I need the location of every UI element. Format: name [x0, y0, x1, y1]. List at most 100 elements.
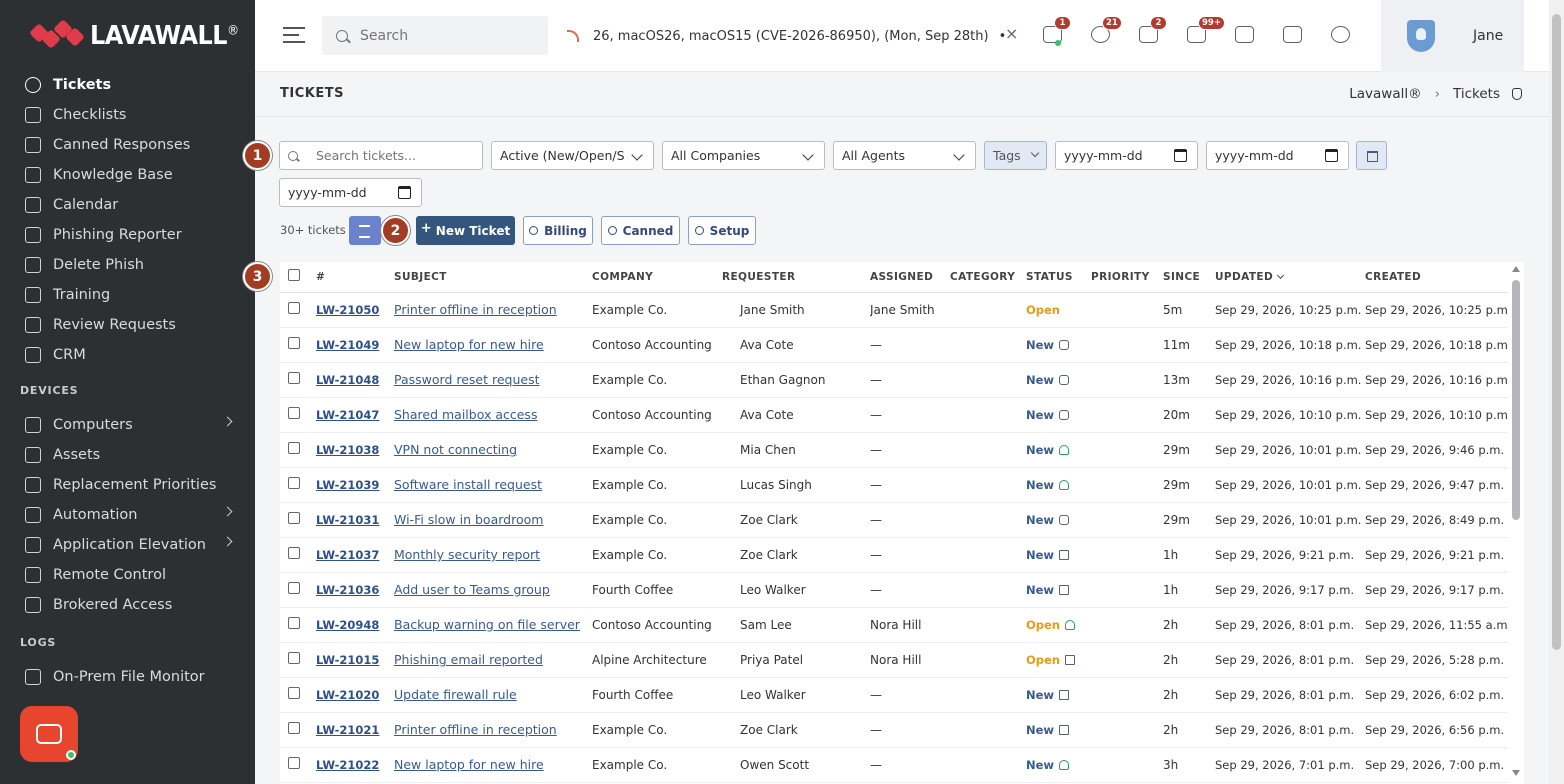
- table-row[interactable]: LW-21020 Update firewall rule Fourth Coffe…: [280, 677, 1508, 713]
- row-checkbox[interactable]: [288, 512, 300, 524]
- news-ticker[interactable]: 26, macOS26, macOS15 (CVE-2026-86950), (…: [567, 26, 1007, 46]
- chat-launcher-button[interactable]: [20, 706, 78, 762]
- sidebar-item-computers[interactable]: Computers: [0, 410, 255, 440]
- hamburger-menu-icon[interactable]: [283, 27, 305, 43]
- row-checkbox[interactable]: [288, 547, 300, 559]
- row-checkbox[interactable]: [288, 757, 300, 769]
- ticket-subject-link[interactable]: Wi-Fi slow in boardroom: [394, 512, 543, 527]
- ticket-id-link[interactable]: LW-20948: [316, 618, 379, 632]
- ticket-subject-link[interactable]: Monthly security report: [394, 547, 540, 562]
- date-range-button[interactable]: [1356, 141, 1387, 170]
- table-scroll-thumb[interactable]: [1512, 280, 1520, 520]
- table-row[interactable]: LW-21039 Software install request Example …: [280, 467, 1508, 503]
- lavawall-logo[interactable]: LAVAWALL®: [29, 16, 252, 56]
- ticket-subject-link[interactable]: New laptop for new hire: [394, 337, 544, 352]
- column-priority[interactable]: PRIORITY: [1091, 262, 1163, 293]
- sidebar-item-replacement-priorities[interactable]: Replacement Priorities: [0, 470, 255, 500]
- ticket-id-link[interactable]: LW-21021: [316, 723, 379, 737]
- row-checkbox[interactable]: [288, 302, 300, 314]
- ticket-id-link[interactable]: LW-21015: [316, 653, 379, 667]
- ticket-id-link[interactable]: LW-21047: [316, 408, 379, 422]
- timer-button[interactable]: 21: [1088, 16, 1122, 48]
- sidebar-item-automation[interactable]: Automation: [0, 500, 255, 530]
- table-row[interactable]: LW-21015 Phishing email reported Alpine Ar…: [280, 642, 1508, 678]
- user-menu[interactable]: Jane: [1381, 0, 1524, 72]
- company-filter-select[interactable]: All Companies: [662, 141, 825, 170]
- ticket-id-link[interactable]: LW-21038: [316, 443, 379, 457]
- text-size-button[interactable]: [1232, 22, 1258, 48]
- breadcrumb-home[interactable]: Lavawall®: [1349, 86, 1421, 102]
- page-scrollbar[interactable]: [1549, 0, 1564, 784]
- sidebar-item-assets[interactable]: Assets: [0, 440, 255, 470]
- canned-button[interactable]: Canned: [601, 216, 680, 245]
- date-from-input[interactable]: yyyy-mm-dd: [1055, 141, 1198, 170]
- table-row[interactable]: LW-21050 Printer offline in reception Exam…: [280, 292, 1508, 328]
- global-search-input[interactable]: [360, 27, 530, 44]
- calendar-icon[interactable]: [1325, 149, 1338, 162]
- table-row[interactable]: LW-21049 New laptop for new hire Contoso A…: [280, 327, 1508, 363]
- sidebar-item-tickets[interactable]: Tickets: [0, 70, 255, 100]
- column-category[interactable]: CATEGORY: [950, 262, 1026, 293]
- row-checkbox[interactable]: [288, 652, 300, 664]
- table-row[interactable]: LW-21038 VPN not connecting Example Co. Mia…: [280, 432, 1508, 468]
- list-view-button[interactable]: [349, 216, 381, 245]
- sidebar-item-review-requests[interactable]: Review Requests: [0, 310, 255, 340]
- messages-button[interactable]: 1: [1040, 16, 1071, 48]
- page-scroll-thumb[interactable]: [1552, 14, 1561, 650]
- ticket-id-link[interactable]: LW-21022: [316, 758, 379, 772]
- column-company[interactable]: COMPANY: [592, 262, 722, 293]
- billing-button[interactable]: Billing: [523, 216, 593, 245]
- scroll-up-icon[interactable]: [1512, 266, 1520, 272]
- column-assigned[interactable]: ASSIGNED: [870, 262, 950, 293]
- sidebar-item-crm[interactable]: CRM: [0, 340, 255, 370]
- ticker-close-icon[interactable]: ×: [1005, 24, 1018, 43]
- calendar-icon[interactable]: [1174, 149, 1187, 162]
- row-checkbox[interactable]: [288, 407, 300, 419]
- table-row[interactable]: LW-21031 Wi-Fi slow in boardroom Example C…: [280, 502, 1508, 538]
- ticket-id-link[interactable]: LW-21039: [316, 478, 379, 492]
- table-scrollbar[interactable]: [1511, 266, 1521, 784]
- column-requester[interactable]: REQUESTER: [722, 262, 870, 293]
- row-checkbox[interactable]: [288, 687, 300, 699]
- column-updated[interactable]: UPDATED: [1215, 262, 1365, 293]
- ticket-subject-link[interactable]: Printer offline in reception: [394, 302, 557, 317]
- ticket-id-link[interactable]: LW-21020: [316, 688, 379, 702]
- ticket-id-link[interactable]: LW-21031: [316, 513, 379, 527]
- date-extra-input[interactable]: yyyy-mm-dd: [279, 178, 422, 207]
- ticket-subject-link[interactable]: Shared mailbox access: [394, 407, 537, 422]
- column-created[interactable]: CREATED: [1365, 262, 1508, 293]
- sidebar-item-on-prem-file-monitor[interactable]: On-Prem File Monitor: [0, 662, 255, 692]
- column-number[interactable]: #: [316, 262, 394, 293]
- ticket-search[interactable]: [279, 141, 483, 170]
- ticket-subject-link[interactable]: Printer offline in reception: [394, 722, 557, 737]
- qr-code-button[interactable]: 2: [1136, 16, 1167, 48]
- ticket-id-link[interactable]: LW-21048: [316, 373, 379, 387]
- dark-mode-button[interactable]: [1328, 22, 1354, 48]
- row-checkbox[interactable]: [288, 442, 300, 454]
- global-search[interactable]: [322, 16, 548, 55]
- ticket-search-input[interactable]: [316, 148, 446, 163]
- sidebar-item-application-elevation[interactable]: Application Elevation: [0, 530, 255, 560]
- ticket-subject-link[interactable]: Add user to Teams group: [394, 582, 550, 597]
- table-row[interactable]: LW-20948 Backup warning on file server Con…: [280, 607, 1508, 643]
- row-checkbox[interactable]: [288, 582, 300, 594]
- ticket-subject-link[interactable]: Password reset request: [394, 372, 540, 387]
- sidebar-item-checklists[interactable]: Checklists: [0, 100, 255, 130]
- column-since[interactable]: SINCE: [1163, 262, 1215, 293]
- row-checkbox[interactable]: [288, 722, 300, 734]
- sidebar-item-knowledge-base[interactable]: Knowledge Base: [0, 160, 255, 190]
- sidebar-item-calendar[interactable]: Calendar: [0, 190, 255, 220]
- tags-filter-select[interactable]: Tags: [984, 141, 1047, 170]
- sidebar-item-canned-responses[interactable]: Canned Responses: [0, 130, 255, 160]
- ticket-subject-link[interactable]: New laptop for new hire: [394, 757, 544, 772]
- sidebar-item-brokered-access[interactable]: Brokered Access: [0, 590, 255, 620]
- calendar-icon[interactable]: [398, 186, 411, 199]
- agent-filter-select[interactable]: All Agents: [833, 141, 976, 170]
- table-row[interactable]: LW-21036 Add user to Teams group Fourth Co…: [280, 572, 1508, 608]
- ticket-subject-link[interactable]: VPN not connecting: [394, 442, 517, 457]
- ticket-subject-link[interactable]: Backup warning on file server: [394, 617, 580, 632]
- ticket-id-link[interactable]: LW-21036: [316, 583, 379, 597]
- row-checkbox[interactable]: [288, 372, 300, 384]
- status-filter-select[interactable]: Active (New/Open/S: [491, 141, 654, 170]
- ticket-subject-link[interactable]: Software install request: [394, 477, 542, 492]
